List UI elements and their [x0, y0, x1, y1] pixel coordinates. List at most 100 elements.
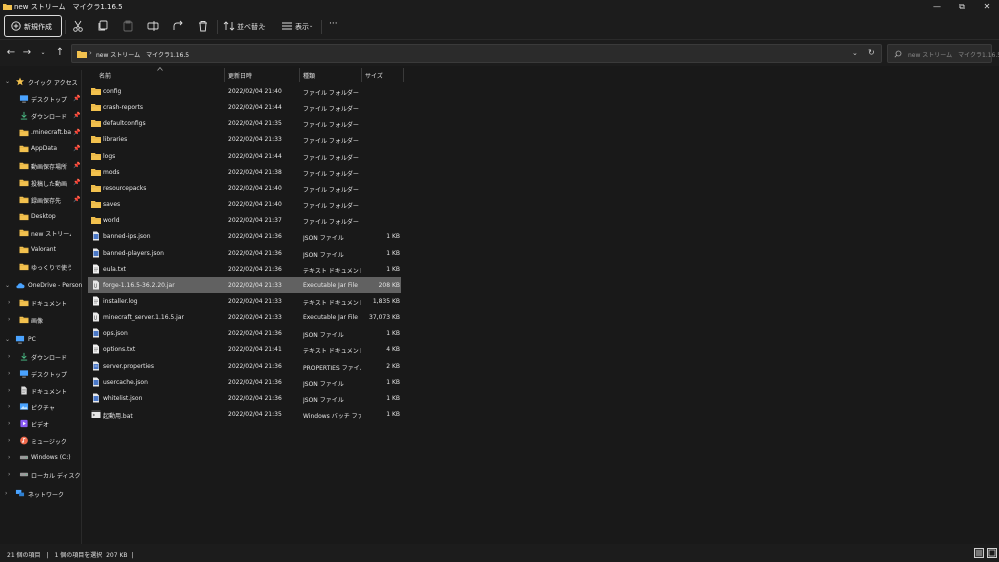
sort-button[interactable]: 並べ替え — [237, 22, 265, 32]
close-button[interactable]: ✕ — [975, 0, 999, 14]
folder-icon — [91, 168, 101, 176]
file-row[interactable]: minecraft_server.1.16.5.jar 2022/02/04 21… — [88, 309, 401, 325]
sidebar-item-windows-c[interactable]: › Windows (C:) — [0, 450, 82, 466]
file-row[interactable]: crash-reports 2022/02/04 21:44 ファイル フォルダー — [88, 99, 401, 115]
sidebar-item-item-4[interactable]: › ビデオ — [0, 416, 82, 432]
file-row[interactable]: mods 2022/02/04 21:38 ファイル フォルダー — [88, 164, 401, 180]
sidebar-item-new[interactable]: new ストリーム マイ — [0, 225, 82, 241]
delete-icon[interactable] — [196, 19, 210, 33]
sidebar-item-pc[interactable]: ⌄ PC — [0, 332, 82, 348]
file-row[interactable]: libraries 2022/02/04 21:33 ファイル フォルダー — [88, 131, 401, 147]
more-options-button[interactable]: ··· — [329, 19, 338, 29]
column-header-type[interactable]: 種類 — [303, 71, 315, 83]
file-row[interactable]: defaultconfigs 2022/02/04 21:35 ファイル フォルダー — [88, 115, 401, 131]
file-row[interactable]: 起動用.bat 2022/02/04 21:35 Windows バッチ ファ...… — [88, 406, 401, 422]
view-icon[interactable] — [280, 19, 294, 33]
cut-icon[interactable] — [71, 19, 85, 33]
large-icons-view-button[interactable] — [987, 548, 997, 558]
sidebar-item-minecraft-bak[interactable]: .minecraft.bak 📌 — [0, 125, 82, 141]
file-size: 4 KB — [386, 346, 400, 354]
view-button[interactable]: 表示 — [295, 22, 309, 32]
column-header-date[interactable]: 更新日時 — [228, 71, 252, 83]
sidebar-item-item-5[interactable]: 投稿した動画 📌 — [0, 175, 82, 191]
file-row[interactable]: logs 2022/02/04 21:44 ファイル フォルダー — [88, 148, 401, 164]
sidebar-item-item-1[interactable]: › 画像 — [0, 312, 82, 328]
sidebar-item-item-0[interactable]: › ダウンロード — [0, 349, 82, 365]
sidebar-item-item-1[interactable]: ダウンロード 📌 — [0, 108, 82, 124]
file-row[interactable]: usercache.json 2022/02/04 21:36 JSON ファイル 1… — [88, 374, 401, 390]
file-row[interactable]: resourcepacks 2022/02/04 21:40 ファイル フォルダー — [88, 180, 401, 196]
paste-icon[interactable] — [121, 19, 135, 33]
forward-button[interactable]: → — [21, 47, 33, 59]
sidebar-item-item-10[interactable]: ゆっくりで使う画像 — [0, 259, 82, 275]
sidebar-item-d[interactable]: › ローカル ディスク (D:) — [0, 467, 82, 483]
file-row[interactable]: whitelist.json 2022/02/04 21:36 JSON ファイル 1… — [88, 390, 401, 406]
maximize-button[interactable]: ⧉ — [950, 0, 974, 14]
file-row[interactable]: banned-ips.json 2022/02/04 21:36 JSON ファイル… — [88, 228, 401, 244]
pin-icon[interactable]: 📌 — [73, 145, 80, 152]
file-row[interactable]: forge-1.16.5-36.2.20.jar 2022/02/04 21:33… — [88, 276, 401, 293]
file-date: 2022/02/04 21:41 — [228, 346, 282, 354]
file-row[interactable]: eula.txt 2022/02/04 21:36 テキスト ドキュメント 1 KB — [88, 261, 401, 277]
pin-icon[interactable]: 📌 — [73, 95, 80, 102]
rename-icon[interactable] — [146, 19, 160, 33]
back-button[interactable]: ← — [5, 47, 17, 59]
sidebar-item-onedrive[interactable]: ⌄ OneDrive - Personal — [0, 278, 82, 294]
window-title: new ストリーム マイクラ1.16.5 — [14, 3, 123, 11]
minimize-button[interactable]: — — [925, 0, 949, 14]
folder-icon — [91, 152, 101, 160]
details-view-button[interactable] — [974, 548, 984, 558]
sort-icon[interactable] — [222, 19, 236, 33]
sidebar-item-label: PC — [28, 336, 36, 343]
file-row[interactable]: config 2022/02/04 21:40 ファイル フォルダー — [88, 83, 401, 99]
sidebar-item-valorant[interactable]: Valorant — [0, 242, 82, 258]
sidebar-item-quick-access[interactable]: ⌄ クイック アクセス — [0, 74, 82, 90]
file-date: 2022/02/04 21:33 — [228, 136, 282, 144]
refresh-icon[interactable]: ↻ — [868, 48, 875, 57]
pin-icon[interactable]: 📌 — [73, 196, 80, 203]
column-header-size[interactable]: サイズ — [365, 71, 383, 83]
pin-icon[interactable]: 📌 — [73, 112, 80, 119]
sidebar-item-item-2[interactable]: › ドキュメント — [0, 383, 82, 399]
search-input[interactable]: new ストリーム マイクラ1.16.5... — [908, 50, 999, 59]
file-row[interactable]: saves 2022/02/04 21:40 ファイル フォルダー — [88, 196, 401, 212]
column-divider[interactable] — [361, 68, 362, 82]
address-bar[interactable]: › new ストリーム マイクラ1.16.5 ⌄ ↻ — [71, 44, 882, 63]
share-icon[interactable] — [171, 19, 185, 33]
file-row[interactable]: banned-players.json 2022/02/04 21:36 JSON … — [88, 245, 401, 261]
sidebar-item-appdata[interactable]: AppData 📌 — [0, 141, 82, 157]
pin-icon[interactable]: 📌 — [73, 129, 80, 136]
sidebar-item-item-0[interactable]: › ドキュメント — [0, 295, 82, 311]
chevron-down-icon[interactable]: ⌄ — [852, 49, 858, 57]
search-box[interactable]: new ストリーム マイクラ1.16.5... — [887, 44, 999, 63]
sidebar-item-item-5[interactable]: › ミュージック — [0, 433, 82, 449]
up-button[interactable]: ↑ — [54, 47, 66, 59]
file-row[interactable]: installer.log 2022/02/04 21:33 テキスト ドキュメント… — [88, 293, 401, 309]
pin-icon[interactable]: 📌 — [73, 162, 80, 169]
sidebar-item-item-6[interactable]: 録画保存先 📌 — [0, 192, 82, 208]
sidebar-item-label: Valorant — [31, 246, 56, 254]
batch-file-icon — [91, 410, 101, 418]
sidebar-item-network[interactable]: › ネットワーク — [0, 486, 82, 502]
breadcrumb[interactable]: new ストリーム マイクラ1.16.5 — [96, 50, 189, 59]
sidebar-item-item-1[interactable]: › デスクトップ — [0, 366, 82, 382]
chevron-right-icon: › — [8, 403, 11, 411]
new-button[interactable]: 新規作成 — [4, 15, 62, 37]
copy-icon[interactable] — [96, 19, 110, 33]
recent-locations-button[interactable]: ⌄ — [37, 47, 49, 59]
column-header-name[interactable]: 名前 — [99, 71, 111, 83]
pin-icon[interactable]: 📌 — [73, 179, 80, 186]
file-row[interactable]: options.txt 2022/02/04 21:41 テキスト ドキュメント 4 … — [88, 341, 401, 357]
sidebar-item-item-3[interactable]: › ピクチャ — [0, 399, 82, 415]
file-type: JSON ファイル — [303, 332, 344, 340]
sidebar-item-item-4[interactable]: 動画保存場所 📌 — [0, 158, 82, 174]
column-divider[interactable] — [299, 68, 300, 82]
file-size: 1 KB — [386, 249, 400, 257]
column-divider[interactable] — [403, 68, 404, 82]
sidebar-item-item-0[interactable]: デスクトップ 📌 — [0, 91, 82, 107]
file-row[interactable]: world 2022/02/04 21:37 ファイル フォルダー — [88, 212, 401, 228]
sidebar-item-desktop[interactable]: Desktop — [0, 209, 82, 225]
column-divider[interactable] — [224, 68, 225, 82]
file-row[interactable]: ops.json 2022/02/04 21:36 JSON ファイル 1 KB — [88, 325, 401, 341]
file-row[interactable]: server.properties 2022/02/04 21:36 PROPERT… — [88, 358, 401, 374]
